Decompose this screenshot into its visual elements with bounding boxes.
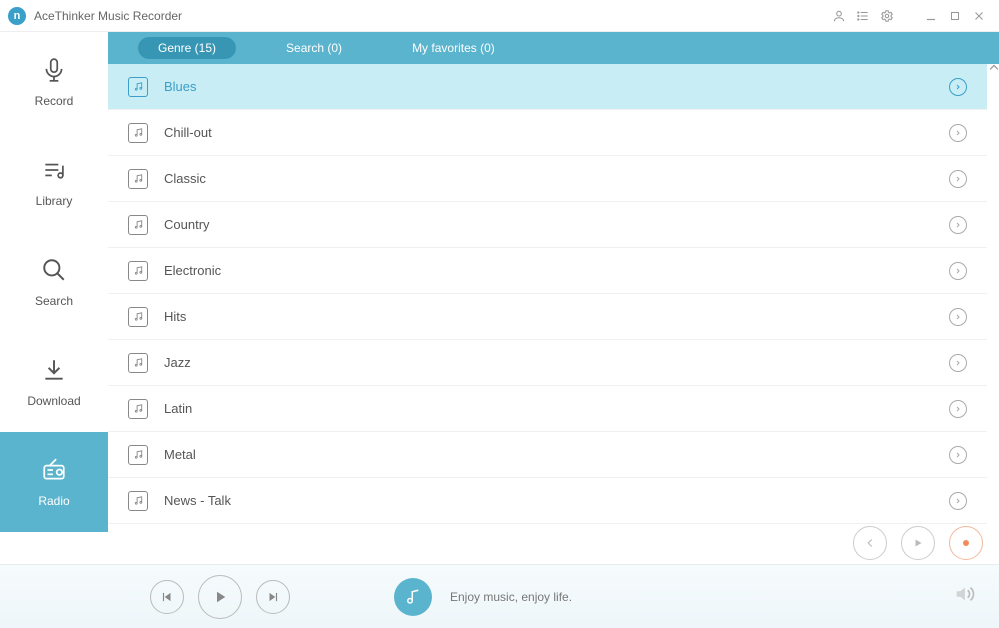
back-button[interactable]	[853, 526, 887, 560]
tab-search[interactable]: Search (0)	[266, 37, 362, 59]
music-note-icon	[128, 399, 148, 419]
chevron-right-icon	[949, 170, 967, 188]
sidebar-item-label: Library	[36, 194, 73, 208]
list-icon[interactable]	[851, 4, 875, 28]
close-button[interactable]	[967, 4, 991, 28]
chevron-right-icon	[949, 354, 967, 372]
chevron-right-icon	[949, 262, 967, 280]
list-item[interactable]: Country	[108, 202, 987, 248]
main-panel: Genre (15) Search (0) My favorites (0) B…	[108, 32, 999, 564]
genre-label: Country	[164, 217, 949, 232]
list-item[interactable]: Hits	[108, 294, 987, 340]
radio-icon	[40, 456, 68, 484]
genre-label: Jazz	[164, 355, 949, 370]
chevron-right-icon	[949, 446, 967, 464]
music-note-icon	[128, 491, 148, 511]
music-note-icon	[128, 261, 148, 281]
genre-label: Classic	[164, 171, 949, 186]
genre-label: Latin	[164, 401, 949, 416]
prev-button[interactable]	[150, 580, 184, 614]
genre-list[interactable]: Blues Chill-out Classic Country Electronic Hi…	[108, 64, 987, 564]
genre-label: News - Talk	[164, 493, 949, 508]
list-item[interactable]: Jazz	[108, 340, 987, 386]
list-item[interactable]: Classic	[108, 156, 987, 202]
download-icon	[40, 356, 68, 384]
app-logo: n	[8, 7, 26, 25]
sidebar-item-library[interactable]: Library	[0, 132, 108, 232]
genre-label: Chill-out	[164, 125, 949, 140]
music-note-icon	[128, 77, 148, 97]
tab-genre[interactable]: Genre (15)	[138, 37, 236, 59]
player-status: Enjoy music, enjoy life.	[450, 590, 572, 604]
music-note-icon	[128, 307, 148, 327]
genre-label: Blues	[164, 79, 949, 94]
list-item[interactable]: Blues	[108, 64, 987, 110]
music-note-icon	[128, 123, 148, 143]
sidebar-item-download[interactable]: Download	[0, 332, 108, 432]
sidebar-item-label: Search	[35, 294, 73, 308]
sidebar-item-label: Record	[35, 94, 74, 108]
play-list-button[interactable]	[901, 526, 935, 560]
chevron-right-icon	[949, 124, 967, 142]
music-note-icon	[128, 353, 148, 373]
chevron-right-icon	[949, 216, 967, 234]
chevron-right-icon	[949, 400, 967, 418]
chevron-right-icon	[949, 78, 967, 96]
sidebar: Record Library Search Download Radio	[0, 32, 108, 564]
tabs-bar: Genre (15) Search (0) My favorites (0)	[108, 32, 999, 64]
list-item[interactable]: Latin	[108, 386, 987, 432]
scroll-up-indicator	[990, 65, 998, 73]
play-button[interactable]	[198, 575, 242, 619]
genre-label: Electronic	[164, 263, 949, 278]
volume-button[interactable]	[953, 583, 975, 610]
sidebar-item-label: Download	[27, 394, 80, 408]
search-icon	[40, 256, 68, 284]
library-icon	[40, 156, 68, 184]
now-playing-cover	[394, 578, 432, 616]
list-item[interactable]: News - Talk	[108, 478, 987, 524]
list-item[interactable]: Electronic	[108, 248, 987, 294]
gear-icon[interactable]	[875, 4, 899, 28]
minimize-button[interactable]	[919, 4, 943, 28]
sidebar-item-search[interactable]: Search	[0, 232, 108, 332]
account-icon[interactable]	[827, 4, 851, 28]
genre-label: Hits	[164, 309, 949, 324]
music-note-icon	[128, 169, 148, 189]
titlebar: n AceThinker Music Recorder	[0, 0, 999, 32]
player-bar: Enjoy music, enjoy life.	[0, 564, 999, 628]
app-title: AceThinker Music Recorder	[34, 9, 827, 23]
maximize-button[interactable]	[943, 4, 967, 28]
record-list-button[interactable]	[949, 526, 983, 560]
list-actions	[853, 526, 983, 560]
music-note-icon	[128, 215, 148, 235]
sidebar-item-record[interactable]: Record	[0, 32, 108, 132]
tab-favorites[interactable]: My favorites (0)	[392, 37, 515, 59]
list-item[interactable]: Chill-out	[108, 110, 987, 156]
next-button[interactable]	[256, 580, 290, 614]
list-item[interactable]: Metal	[108, 432, 987, 478]
chevron-right-icon	[949, 308, 967, 326]
genre-label: Metal	[164, 447, 949, 462]
mic-icon	[40, 56, 68, 84]
music-note-icon	[128, 445, 148, 465]
chevron-right-icon	[949, 492, 967, 510]
sidebar-item-label: Radio	[38, 494, 69, 508]
sidebar-item-radio[interactable]: Radio	[0, 432, 108, 532]
